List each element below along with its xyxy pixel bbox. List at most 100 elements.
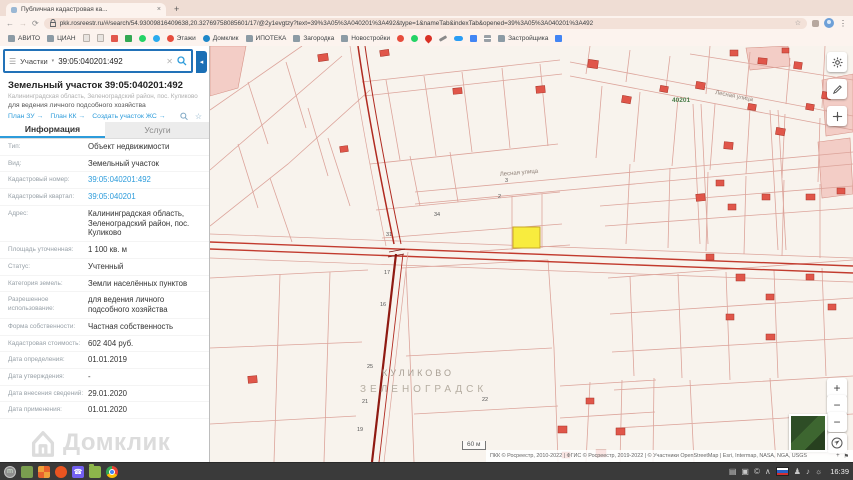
bookmark-item[interactable] (555, 35, 562, 42)
menu-burger-icon[interactable]: ☰ (9, 57, 16, 66)
favorite-star-icon[interactable]: ☆ (195, 112, 202, 121)
update-tray-icon[interactable]: © (754, 468, 760, 476)
bookmark-item[interactable] (97, 34, 104, 42)
search-category[interactable]: Участки (20, 57, 48, 66)
svg-text:19: 19 (357, 427, 363, 433)
forward-button[interactable]: → (19, 19, 27, 28)
selected-parcel[interactable] (513, 227, 540, 248)
keyboard-layout-ru-flag[interactable] (776, 467, 789, 476)
mint-menu-button[interactable]: m (4, 466, 16, 478)
chrome-menu-icon[interactable]: ⋮ (839, 19, 847, 28)
crosshair-icon (832, 111, 843, 122)
center-map-button[interactable] (827, 106, 847, 126)
bookmark-item[interactable] (454, 36, 463, 41)
svg-text:16: 16 (380, 302, 386, 308)
map-canvas[interactable]: Лесная улица Лесная улица 40201 КУЛИКОВО… (210, 46, 853, 462)
cadastral-map[interactable]: Лесная улица Лесная улица 40201 КУЛИКОВО… (210, 46, 853, 462)
user-tray-icon[interactable]: ♟ (794, 468, 801, 476)
bookmark-item[interactable] (83, 34, 90, 42)
browser-tab[interactable]: Публичная кадастровая ка... × (6, 3, 166, 16)
row-label: Дата применения: (8, 405, 88, 415)
zoom-to-parcel-icon[interactable] (180, 112, 188, 121)
bookmark-icon (424, 33, 434, 43)
bookmark-item[interactable]: Застройщика (498, 35, 548, 42)
table-row: Адрес: Калининградская область, Зеленогр… (0, 206, 210, 242)
search-box[interactable]: ☰ Участки ▾ 39:05:040201:492 ✕ (3, 49, 193, 73)
row-value: 1 100 кв. м (88, 245, 202, 255)
row-value: Объект недвижимости (88, 142, 202, 152)
bookmark-item[interactable] (425, 35, 432, 42)
bookmark-item[interactable] (153, 35, 160, 42)
quarter-label: 40201 (672, 97, 690, 104)
row-label: Адрес: (8, 209, 88, 238)
bookmark-item[interactable] (125, 35, 132, 42)
bookmark-star-icon[interactable]: ☆ (795, 19, 801, 27)
map-settings-button[interactable] (827, 52, 847, 72)
svg-text:3: 3 (505, 178, 508, 184)
bookmark-item[interactable] (397, 35, 404, 42)
svg-text:22: 22 (482, 397, 488, 403)
info-table: Тип: Объект недвижимости Вид: Земельный … (0, 139, 210, 419)
place-label-zelenogradsk: ЗЕЛЕНОГРАДСК (360, 384, 487, 395)
caret-up-icon[interactable]: ∧ (765, 468, 771, 476)
bookmark-item[interactable] (439, 37, 447, 40)
place-label-kulikovo: КУЛИКОВО (382, 368, 454, 378)
panel-tabs: Информация Услуги (0, 122, 210, 139)
bookmark-item[interactable]: Новостройки (341, 35, 390, 42)
terminal-app-icon[interactable] (21, 466, 33, 478)
clear-search-icon[interactable]: ✕ (166, 57, 173, 66)
office-app-icon[interactable] (38, 466, 50, 478)
tab-services[interactable]: Услуги (105, 122, 210, 138)
link-plan-zu[interactable]: План ЗУ → (8, 113, 43, 120)
new-tab-button[interactable]: + (174, 3, 179, 16)
collapse-controls-button[interactable]: − (827, 412, 847, 432)
tab-information[interactable]: Информация (0, 122, 105, 138)
table-row: Кадастровый квартал: 39:05:040201 (0, 189, 210, 206)
search-input[interactable]: 39:05:040201:492 (58, 57, 162, 66)
action-links: План ЗУ → План КК → Создать участок ЖС →… (8, 112, 202, 121)
link-create-zhs[interactable]: Создать участок ЖС → (92, 113, 165, 120)
extensions-icon[interactable] (812, 20, 819, 27)
bookmark-item[interactable]: ЦИАН (47, 35, 76, 42)
measure-button[interactable] (827, 79, 847, 99)
row-label: Кадастровый номер: (8, 175, 88, 185)
bookmark-item[interactable] (111, 35, 118, 42)
bookmark-icon (167, 35, 174, 42)
box-tray-icon[interactable]: ▣ (741, 468, 749, 476)
row-value: Земли населённых пунктов (88, 279, 202, 289)
viber-app-icon[interactable]: ☎ (72, 466, 84, 478)
bookmark-item[interactable]: ИПОТЕКА (246, 35, 287, 42)
taskbar-clock[interactable]: 16:39 (830, 467, 849, 476)
bookmark-item[interactable]: Загородка (293, 35, 334, 42)
ubuntu-app-icon[interactable] (55, 466, 67, 478)
files-app-icon[interactable] (89, 466, 101, 478)
basemap-thumbnail[interactable] (789, 414, 827, 452)
collapse-panel-button[interactable]: ◂ (196, 51, 207, 73)
attribution-plus-icon[interactable]: + (836, 453, 840, 459)
back-button[interactable]: ← (6, 19, 14, 28)
attribution-flag-icon[interactable]: ⚑ (844, 453, 849, 460)
clipboard-tray-icon[interactable]: ▤ (729, 468, 737, 476)
link-plan-kk[interactable]: План КК → (50, 113, 85, 120)
tab-close-icon[interactable]: × (157, 6, 161, 13)
reload-button[interactable]: ⟳ (32, 19, 39, 28)
parcel-usage: для ведения личного подсобного хозяйства (8, 102, 202, 109)
bookmark-item[interactable]: Этажи (167, 35, 196, 42)
row-label: Кадастровый квартал: (8, 192, 88, 202)
bookmark-item[interactable] (411, 35, 418, 42)
domclick-house-icon (28, 428, 58, 458)
settings-tray-icon[interactable]: ☼ (815, 468, 822, 476)
bookmark-item[interactable] (484, 35, 491, 42)
url-text: pkk.rosreestr.ru/#/search/54.93009816409… (60, 20, 791, 27)
chrome-app-icon[interactable] (106, 466, 118, 478)
bookmark-item[interactable]: АВИТО (8, 35, 40, 42)
location-arrow-icon (831, 437, 843, 449)
row-label: Тип: (8, 142, 88, 152)
url-bar[interactable]: pkk.rosreestr.ru/#/search/54.93009816409… (44, 18, 807, 29)
bookmark-item[interactable] (470, 35, 477, 42)
search-icon[interactable] (177, 56, 187, 66)
bookmark-item[interactable] (139, 35, 146, 42)
bookmark-item[interactable]: Домклик (203, 35, 239, 42)
sound-tray-icon[interactable]: ♪ (806, 468, 810, 476)
profile-avatar[interactable] (824, 18, 834, 28)
